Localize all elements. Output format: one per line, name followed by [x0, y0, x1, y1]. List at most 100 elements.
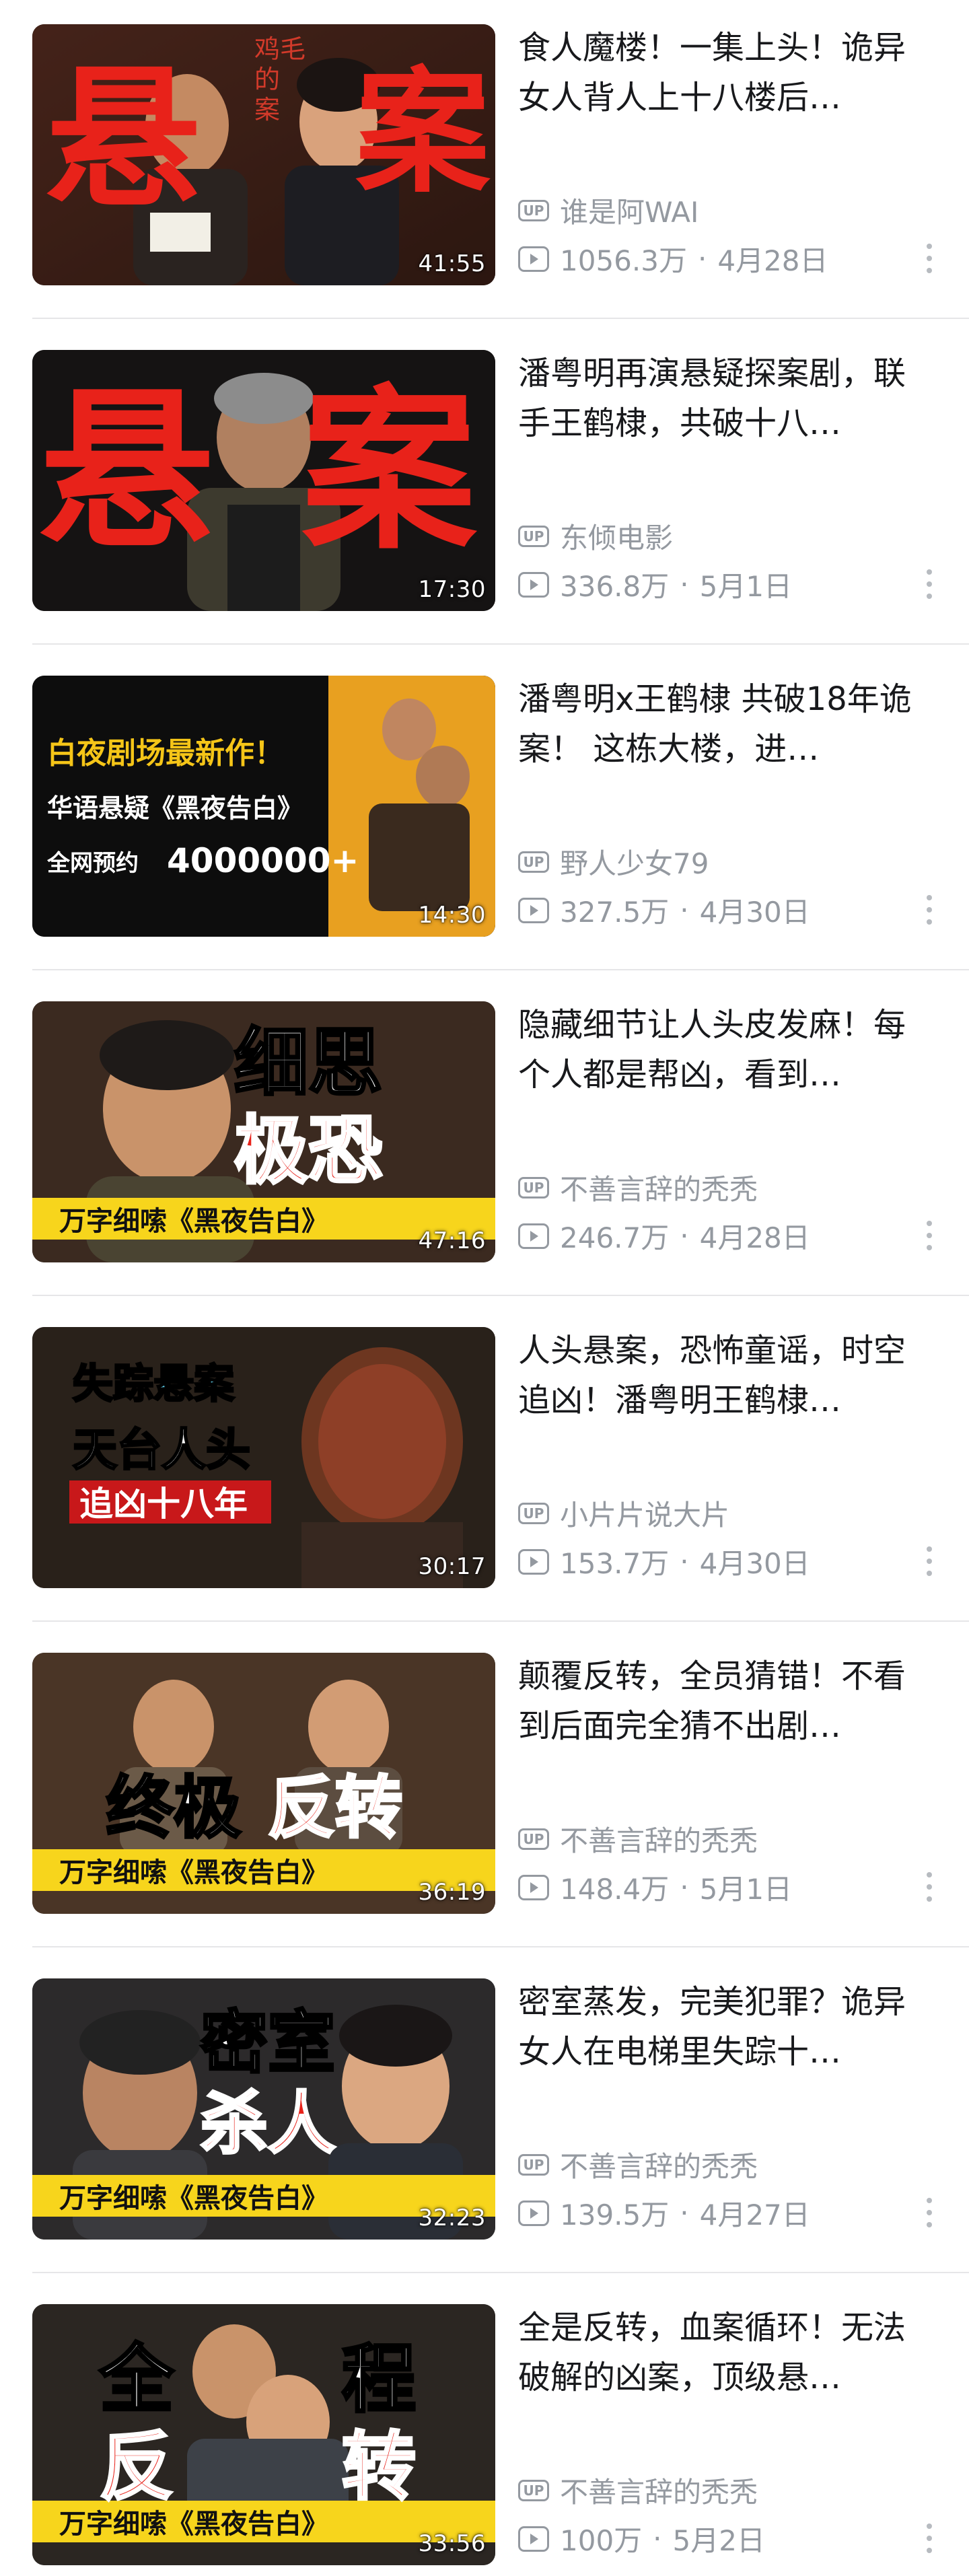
video-title[interactable]: 隐藏细节让人头皮发麻！每个人都是帮凶，看到…: [518, 1000, 935, 1100]
uploader-row[interactable]: UP 小片片说大片: [518, 1493, 729, 1534]
stats-row: 246.7万 · 4月28日: [518, 1215, 810, 1256]
thumbnail-art: 悬 案: [32, 350, 495, 611]
view-count: 246.7万: [560, 1221, 670, 1254]
thumbnail-caption: 杀人: [201, 2084, 335, 2163]
divider: [32, 1946, 969, 1947]
upload-date: 4月30日: [699, 1547, 810, 1580]
video-title[interactable]: 颠覆反转，全员猜错！不看到后面完全猜不出剧…: [518, 1651, 935, 1751]
uploader-row[interactable]: UP 不善言辞的秃秃: [518, 2470, 758, 2511]
uploader-name[interactable]: 不善言辞的秃秃: [560, 2470, 758, 2511]
up-badge-icon: UP: [518, 1176, 549, 1198]
upload-date: 5月1日: [699, 570, 793, 603]
video-title[interactable]: 全是反转，血案循环！无法破解的凶案，顶级悬…: [518, 2303, 935, 2402]
video-card[interactable]: 终极 反转 万字细嗦《黑夜告白》 36:19 颠覆反转，全员猜错！不看到后面完全…: [0, 1629, 969, 1954]
play-count-icon: [518, 246, 549, 272]
video-title[interactable]: 食人魔楼！一集上头！诡异女人背人上十八楼后…: [518, 23, 935, 122]
thumbnail-caption: 悬: [39, 370, 214, 573]
thumbnail-caption: 的: [254, 65, 280, 94]
video-duration: 41:55: [418, 250, 486, 277]
video-duration: 30:17: [418, 1553, 486, 1580]
video-title[interactable]: 人头悬案，恐怖童谣，时空追凶！潘粤明王鹤棣…: [518, 1326, 935, 1425]
thumbnail-caption: 4000000+: [167, 841, 359, 880]
video-card[interactable]: 失踪悬案 天台人头 追凶十八年 30:17 人头悬案，恐怖童谣，时空追凶！潘粤明…: [0, 1303, 969, 1629]
uploader-name[interactable]: 东倾电影: [560, 515, 673, 557]
thumbnail-caption: 全网预约: [46, 850, 139, 877]
video-card[interactable]: 悬 案 鸡毛 的 案 41:55 食人魔楼！一集上头！诡异女人背人上十八楼后… …: [0, 0, 969, 326]
separator: ·: [680, 2196, 689, 2229]
separator: ·: [680, 894, 689, 927]
thumbnail-caption: 密室: [201, 2003, 335, 2082]
video-thumbnail[interactable]: 白夜剧场最新作！ 华语悬疑《黑夜告白》 全网预约 4000000+ 14:30: [32, 676, 495, 937]
more-vertical-icon[interactable]: [919, 1221, 939, 1250]
thumbnail-caption: 鸡毛: [254, 34, 306, 64]
video-card[interactable]: 悬 案 17:30 潘粤明再演悬疑探案剧，联手王鹤棣，共破十八… UP 东倾电影…: [0, 326, 969, 651]
upload-date: 5月1日: [699, 1873, 793, 1906]
video-title[interactable]: 密室蒸发，完美犯罪？诡异女人在电梯里失踪十…: [518, 1977, 935, 2077]
more-vertical-icon[interactable]: [919, 1872, 939, 1902]
uploader-name[interactable]: 不善言辞的秃秃: [560, 2144, 758, 2185]
separator: ·: [680, 1219, 689, 1252]
view-count: 153.7万: [560, 1547, 670, 1580]
video-title[interactable]: 潘粤明再演悬疑探案剧，联手王鹤棣，共破十八…: [518, 349, 935, 448]
video-card[interactable]: 细思 极恐 万字细嗦《黑夜告白》 47:16 隐藏细节让人头皮发麻！每个人都是帮…: [0, 977, 969, 1303]
uploader-row[interactable]: UP 不善言辞的秃秃: [518, 2144, 758, 2185]
divider: [32, 969, 969, 970]
stats-row: 327.5万 · 4月30日: [518, 890, 810, 931]
stats-row: 100万 · 5月2日: [518, 2518, 765, 2559]
more-vertical-icon[interactable]: [919, 2524, 939, 2553]
divider: [32, 1295, 969, 1296]
video-duration: 14:30: [418, 902, 486, 929]
up-badge-icon: UP: [518, 2153, 549, 2176]
thumbnail-caption: 极恐: [234, 1108, 382, 1194]
play-count-icon: [518, 897, 549, 923]
uploader-row[interactable]: UP 东倾电影: [518, 515, 673, 557]
more-vertical-icon[interactable]: [919, 2198, 939, 2227]
more-vertical-icon[interactable]: [919, 569, 939, 599]
video-thumbnail[interactable]: 细思 极恐 万字细嗦《黑夜告白》 47:16: [32, 1001, 495, 1262]
video-thumbnail[interactable]: 终极 反转 万字细嗦《黑夜告白》 36:19: [32, 1653, 495, 1914]
view-count: 100万: [560, 2524, 643, 2557]
up-badge-icon: UP: [518, 2479, 549, 2501]
uploader-name[interactable]: 谁是阿WAI: [560, 190, 698, 231]
more-vertical-icon[interactable]: [919, 244, 939, 273]
video-thumbnail[interactable]: 悬 案 17:30: [32, 350, 495, 611]
play-count-icon: [518, 1223, 549, 1249]
uploader-name[interactable]: 小片片说大片: [560, 1493, 729, 1534]
thumbnail-art: 密室 杀人 万字细嗦《黑夜告白》: [32, 1978, 495, 2240]
up-badge-icon: UP: [518, 525, 549, 547]
uploader-name[interactable]: 不善言辞的秃秃: [560, 1167, 758, 1208]
uploader-row[interactable]: UP 不善言辞的秃秃: [518, 1167, 758, 1208]
video-duration: 33:56: [418, 2530, 486, 2557]
thumbnail-caption: 悬: [46, 50, 201, 229]
thumbnail-caption: 万字细嗦《黑夜告白》: [59, 1205, 328, 1237]
video-duration: 36:19: [418, 1879, 486, 1906]
thumbnail-caption: 失踪悬案: [73, 1361, 235, 1408]
stats-row: 336.8万 · 5月1日: [518, 564, 792, 605]
uploader-name[interactable]: 野人少女79: [560, 841, 709, 882]
video-thumbnail[interactable]: 失踪悬案 天台人头 追凶十八年 30:17: [32, 1327, 495, 1588]
video-card[interactable]: 密室 杀人 万字细嗦《黑夜告白》 32:23 密室蒸发，完美犯罪？诡异女人在电梯…: [0, 1954, 969, 2280]
video-thumbnail[interactable]: 全 程 反 转 万字细嗦《黑夜告白》 33:56: [32, 2304, 495, 2565]
video-thumbnail[interactable]: 密室 杀人 万字细嗦《黑夜告白》 32:23: [32, 1978, 495, 2240]
video-thumbnail[interactable]: 悬 案 鸡毛 的 案 41:55: [32, 24, 495, 285]
more-vertical-icon[interactable]: [919, 895, 939, 925]
video-feed: 悬 案 鸡毛 的 案 41:55 食人魔楼！一集上头！诡异女人背人上十八楼后… …: [0, 0, 969, 2576]
video-card[interactable]: 全 程 反 转 万字细嗦《黑夜告白》 33:56 全是反转，血案循环！无法破解的…: [0, 2280, 969, 2576]
up-badge-icon: UP: [518, 199, 549, 221]
view-count: 327.5万: [560, 896, 670, 929]
thumbnail-caption: 追凶十八年: [79, 1484, 248, 1524]
video-title[interactable]: 潘粤明x王鹤棣 共破18年诡案！ 这栋大楼，进…: [518, 674, 935, 774]
uploader-row[interactable]: UP 野人少女79: [518, 841, 709, 882]
uploader-row[interactable]: UP 不善言辞的秃秃: [518, 1818, 758, 1859]
video-card[interactable]: 白夜剧场最新作！ 华语悬疑《黑夜告白》 全网预约 4000000+ 14:30 …: [0, 651, 969, 977]
upload-date: 4月28日: [699, 1221, 810, 1254]
more-vertical-icon[interactable]: [919, 1546, 939, 1576]
separator: ·: [680, 1545, 689, 1578]
uploader-name[interactable]: 不善言辞的秃秃: [560, 1818, 758, 1859]
separator: ·: [680, 1871, 689, 1904]
thumbnail-caption: 华语悬疑《黑夜告白》: [47, 793, 303, 823]
thumbnail-caption: 终极: [106, 1768, 241, 1847]
play-count-icon: [518, 2200, 549, 2226]
uploader-row[interactable]: UP 谁是阿WAI: [518, 190, 698, 231]
stats-row: 1056.3万 · 4月28日: [518, 238, 828, 279]
